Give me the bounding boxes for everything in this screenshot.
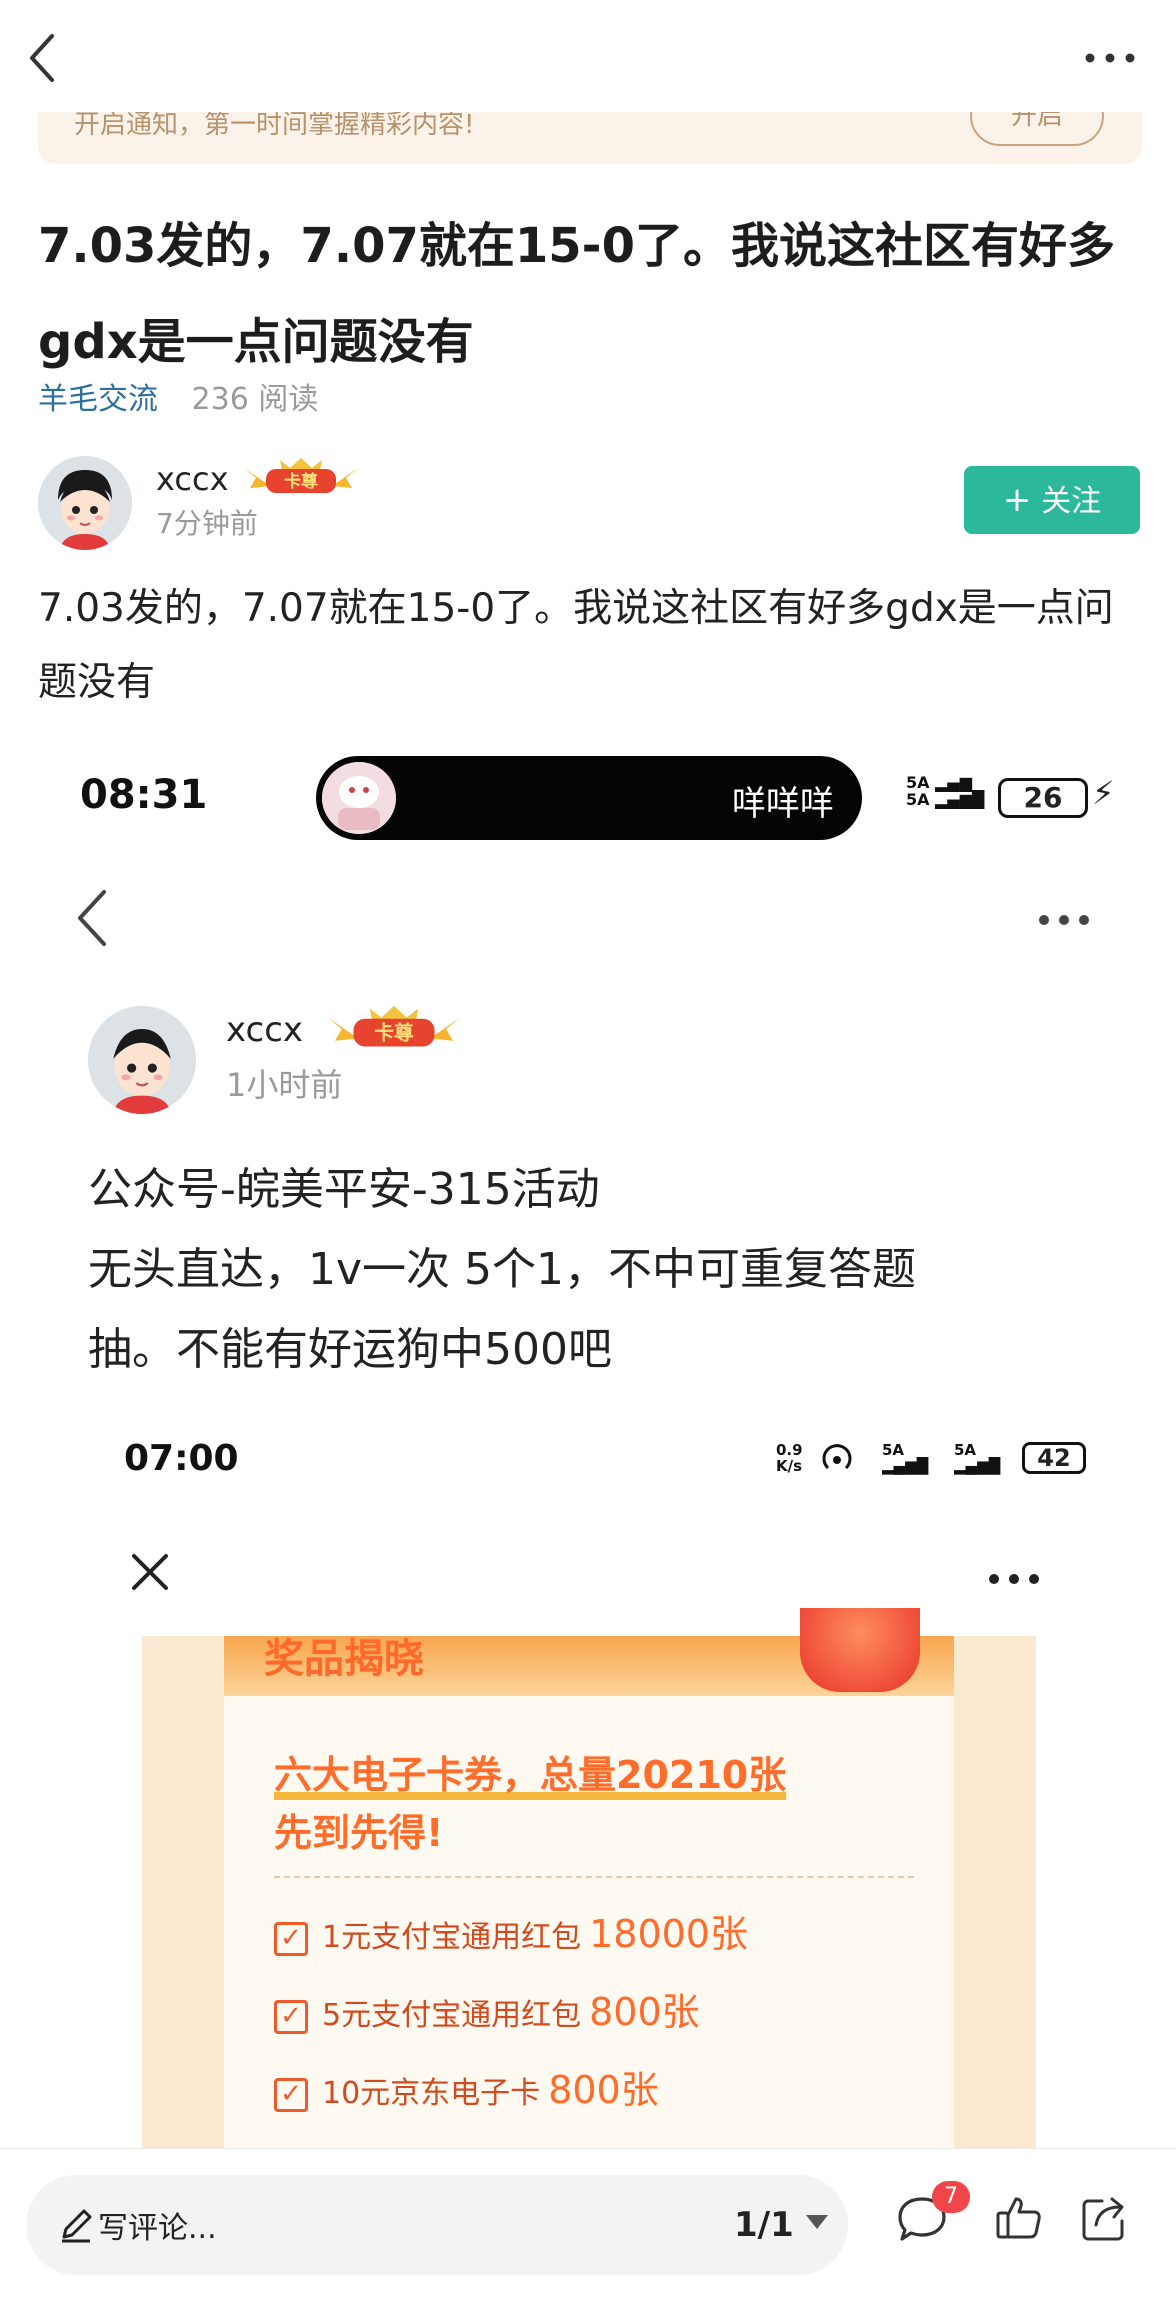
hotspot-icon	[822, 1444, 852, 1470]
net-speed: 0.9 K/s	[776, 1441, 803, 1475]
gift-icon	[800, 1608, 920, 1692]
promo-card: 奖品揭晓 六大电子卡券，总量20210张 先到先得! ✓ 1元支付宝通用红包 180…	[224, 1608, 954, 2148]
checkbox-icon: ✓	[274, 1999, 308, 2034]
nested-battery-icon: 42	[1022, 1442, 1086, 1474]
charging-icon: ⚡	[1092, 774, 1115, 812]
crown-badge-icon: 卡尊	[328, 1006, 460, 1047]
image-body-line: 抽。不能有好运狗中500吧	[88, 1324, 612, 1375]
image-author-row: xccx 卡尊 1小时前	[88, 1006, 688, 1118]
thumbs-up-icon[interactable]	[994, 2193, 1044, 2243]
image-author-avatar	[88, 1006, 196, 1114]
pen-icon	[62, 2209, 92, 2243]
back-arrow-icon[interactable]	[22, 28, 66, 88]
image-post-time: 1小时前	[226, 1066, 343, 1104]
nested-close-icon	[132, 1554, 168, 1590]
post-meta: 羊毛交流 236 阅读	[38, 374, 318, 418]
crown-badge-icon: 卡尊	[244, 458, 358, 493]
battery-icon: 26	[998, 778, 1088, 818]
post-time: 7分钟前	[156, 507, 258, 540]
live-activity-text: 咩咩咩	[732, 784, 834, 824]
image-post-body: 公众号-皖美平安-315活动 无头直达，1v一次 5个1，不中可重复答题 抽。不…	[88, 1150, 1128, 1390]
prize-item: ✓ 10元京东电子卡 800张	[274, 2060, 914, 2138]
checkbox-icon: ✓	[274, 2077, 308, 2112]
image-body-line: 公众号-皖美平安-315活动	[88, 1164, 600, 1215]
chevron-down-icon[interactable]	[806, 2215, 828, 2229]
avatar-cartoon-icon	[88, 1006, 196, 1114]
plus-icon: +	[1002, 480, 1032, 520]
read-count: 236 阅读	[191, 382, 319, 417]
image-more-icon	[1039, 915, 1089, 925]
promo-divider	[274, 1876, 914, 1878]
comment-count-badge: 7	[932, 2181, 970, 2213]
image-clock: 08:31	[80, 772, 208, 818]
more-dots-icon[interactable]	[1080, 40, 1140, 76]
signal-icon: 5A ▂▄▆ 5A ▂▄▆█	[906, 773, 985, 809]
promo-banner-text: 奖品揭晓	[264, 1636, 424, 1682]
nested-more-icon	[989, 1574, 1039, 1584]
follow-button[interactable]: + 关注	[964, 466, 1140, 534]
prize-list: ✓ 1元支付宝通用红包 18000张 ✓ 5元支付宝通用红包 800张 ✓ 10元京东电子…	[274, 1904, 914, 2138]
avatar-cartoon-icon	[38, 456, 132, 550]
notification-text-visible: 开启通知，第一时间掌握精彩内容!	[74, 112, 475, 140]
badge-text: 卡尊	[284, 471, 318, 492]
badge-text: 卡尊	[374, 1022, 414, 1045]
image-author-name: xccx	[226, 1010, 304, 1050]
sim2-signal-icon: 5A ▂▄▆█	[954, 1441, 1001, 1475]
promo-headline: 六大电子卡券，总量20210张 先到先得!	[274, 1753, 787, 1855]
follow-label: 关注	[1041, 484, 1102, 519]
author-avatar[interactable]	[38, 456, 132, 550]
bottom-action-bar: 写评论... 1/1 7	[0, 2148, 1176, 2300]
category-link[interactable]: 羊毛交流	[38, 382, 158, 417]
image-status-bar: 08:31 咩咩咩 5A ▂▄▆ 5A ▂▄▆█ 26 ⚡	[38, 738, 1140, 858]
post-image[interactable]: 08:31 咩咩咩 5A ▂▄▆ 5A ▂▄▆█ 26 ⚡ xccx 卡尊 1小…	[38, 738, 1140, 2148]
top-nav	[0, 0, 1176, 120]
author-row: xccx 卡尊 7分钟前 + 关注	[38, 456, 1140, 552]
author-name[interactable]: xccx	[156, 460, 229, 498]
promo-panel: 奖品揭晓 六大电子卡券，总量20210张 先到先得! ✓ 1元支付宝通用红包 180…	[142, 1608, 1036, 2148]
prize-item: ✓ 5元支付宝通用红包 800张	[274, 1982, 914, 2060]
checkbox-icon: ✓	[274, 1921, 308, 1956]
prize-item: ✓ 1元支付宝通用红包 18000张	[274, 1904, 914, 1982]
post-body: 7.03发的，7.07就在15-0了。我说这社区有好多gdx是一点问题没有	[38, 586, 1114, 705]
enable-notification-button-visible[interactable]: 开启	[970, 112, 1104, 146]
pill-thumbnail	[322, 762, 396, 834]
comment-placeholder: 写评论...	[98, 2211, 217, 2246]
notification-banner-visible: 开启通知，第一时间掌握精彩内容! 开启	[38, 112, 1142, 164]
image-body-line: 无头直达，1v一次 5个1，不中可重复答题	[88, 1244, 917, 1295]
post-title: 7.03发的，7.07就在15-0了。我说这社区有好多gdx是一点问题没有	[38, 218, 1115, 370]
share-icon[interactable]	[1080, 2193, 1130, 2243]
image-back-icon	[78, 890, 106, 946]
comment-input[interactable]: 写评论... 1/1	[26, 2175, 848, 2275]
image-page-counter[interactable]: 1/1	[734, 2205, 794, 2245]
sim1-signal-icon: 5A ▂▄▆█	[882, 1441, 929, 1475]
live-activity-pill: 咩咩咩	[316, 756, 862, 840]
nested-status-bar: 07:00 0.9 K/s 5A ▂▄▆█ 5A ▂▄▆█ 42	[88, 1398, 1098, 1508]
nested-clock: 07:00	[124, 1438, 239, 1479]
